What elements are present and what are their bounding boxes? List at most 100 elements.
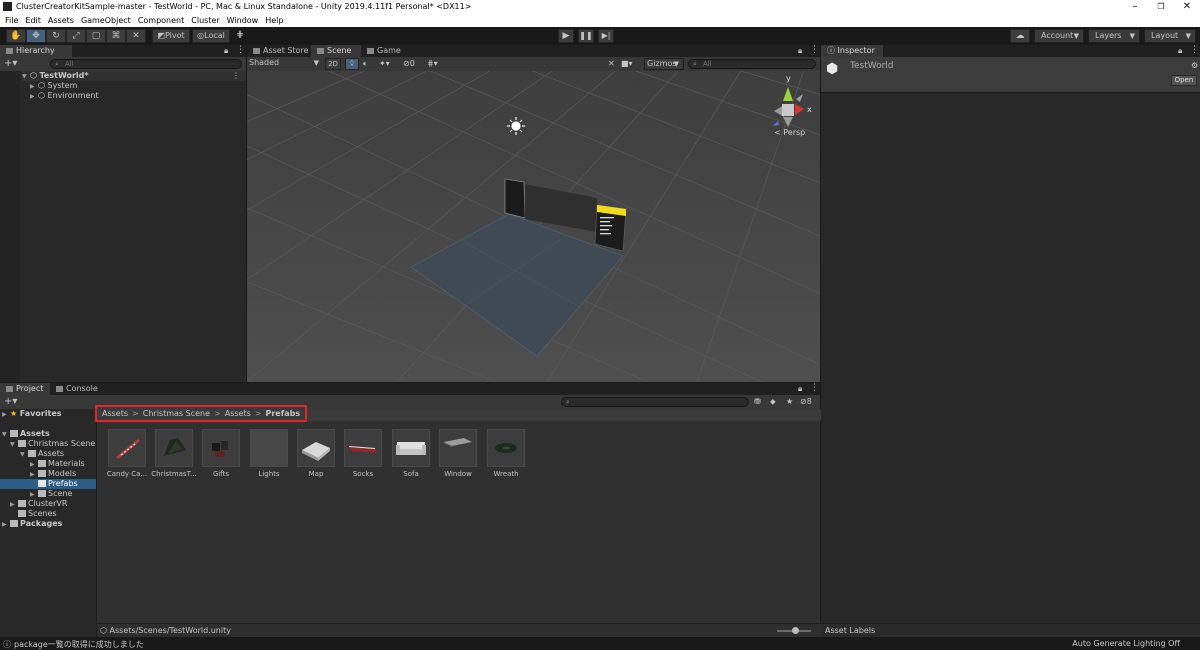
folder-row-assets[interactable]: ▼ Assets bbox=[2, 429, 50, 439]
lock-icon[interactable]: 🔒︎ bbox=[224, 46, 228, 56]
rect-tool-icon[interactable]: ▢ bbox=[86, 29, 106, 43]
breadcrumb-item-assets[interactable]: Assets bbox=[102, 409, 128, 418]
tab-asset-store[interactable]: Asset Store bbox=[247, 45, 311, 57]
settings-gear-icon[interactable]: ⚙ bbox=[1191, 61, 1198, 70]
breadcrumb-item-assets-sub[interactable]: Assets bbox=[225, 409, 251, 418]
lighting-bulb-icon[interactable]: 💡︎ bbox=[345, 58, 359, 70]
folder-row-scenes[interactable]: Scenes bbox=[10, 509, 57, 519]
menu-assets[interactable]: Assets bbox=[48, 14, 74, 27]
gizmos-dropdown[interactable]: Gizmos ▼ bbox=[644, 58, 684, 70]
tools-icon[interactable]: ✕ bbox=[608, 59, 615, 68]
grid-snap-icon[interactable]: ⋕ bbox=[232, 29, 248, 43]
panel-menu-icon[interactable]: ⋮ bbox=[236, 45, 245, 55]
hidden-packages-icon[interactable]: ⊘8 bbox=[800, 397, 812, 406]
hidden-objects-icon[interactable]: ⊘0 bbox=[403, 59, 415, 68]
asset-wreath[interactable]: Wreath bbox=[487, 429, 527, 479]
menu-edit[interactable]: Edit bbox=[25, 14, 41, 27]
layout-dropdown[interactable]: Layout ▼ bbox=[1144, 29, 1196, 43]
hierarchy-item-label: Environment bbox=[47, 91, 99, 100]
asset-labels-bar[interactable]: Asset Labels bbox=[821, 623, 1200, 637]
hierarchy-item-system[interactable]: ▶ ⬡ System bbox=[30, 81, 77, 91]
favorite-star-icon[interactable]: ★ bbox=[786, 397, 793, 406]
projection-toggle[interactable]: < Persp bbox=[774, 128, 805, 137]
create-plus-icon[interactable]: +▾ bbox=[4, 396, 17, 407]
hierarchy-item-environment[interactable]: ▶ ⬡ Environment bbox=[30, 91, 99, 101]
tab-console[interactable]: Console bbox=[50, 383, 102, 395]
menu-file[interactable]: File bbox=[5, 14, 18, 27]
panel-menu-icon[interactable]: ⋮ bbox=[1190, 45, 1199, 55]
scene-row[interactable]: ▼ ⬡ TestWorld* ⋮ bbox=[22, 71, 246, 81]
folder-row-packages[interactable]: ▶ Packages bbox=[2, 519, 62, 529]
tab-inspector[interactable]: ⓘ Inspector bbox=[821, 45, 883, 57]
close-window-button[interactable]: ✕ bbox=[1174, 1, 1200, 13]
cloud-icon[interactable]: ☁ bbox=[1010, 29, 1030, 43]
asset-gifts[interactable]: Gifts bbox=[202, 429, 242, 479]
tab-scene[interactable]: Scene bbox=[311, 45, 361, 57]
asset-lights[interactable]: Lights bbox=[250, 429, 290, 479]
rotate-tool-icon[interactable]: ↻ bbox=[46, 29, 66, 43]
asset-candy-cane[interactable]: Candy Ca... bbox=[107, 429, 148, 479]
folder-row-materials[interactable]: ▶ Materials bbox=[30, 459, 85, 469]
scene-viewport[interactable]: y x < Persp bbox=[247, 71, 820, 382]
asset-christmas-tree[interactable]: ChristmasT... bbox=[151, 429, 197, 479]
menu-window[interactable]: Window bbox=[227, 14, 259, 27]
minimize-button[interactable]: – bbox=[1122, 1, 1148, 13]
asset-map[interactable]: Map bbox=[297, 429, 337, 479]
tab-hierarchy[interactable]: Hierarchy bbox=[0, 45, 72, 57]
pivot-toggle[interactable]: ◩Pivot bbox=[152, 29, 190, 43]
local-toggle[interactable]: ◎Local bbox=[192, 29, 230, 43]
shading-mode-dropdown[interactable]: Shaded ▼ bbox=[247, 58, 323, 70]
camera-dropdown-icon[interactable]: ■▾ bbox=[621, 59, 633, 68]
status-message[interactable]: package一覧の取得に成功しました bbox=[14, 639, 144, 650]
menu-gameobject[interactable]: GameObject bbox=[81, 14, 131, 27]
hierarchy-search-input[interactable]: ⌕ All bbox=[50, 59, 242, 69]
prefab-thumbnail bbox=[487, 429, 525, 467]
folder-row-models[interactable]: ▶ Models bbox=[30, 469, 76, 479]
panel-menu-icon[interactable]: ⋮ bbox=[810, 45, 819, 55]
hand-tool-icon[interactable]: ✋ bbox=[6, 29, 26, 43]
menu-cluster[interactable]: Cluster bbox=[191, 14, 219, 27]
icon-size-slider-handle[interactable] bbox=[792, 627, 799, 634]
tab-game[interactable]: Game bbox=[361, 45, 409, 57]
folder-row-christmas-scene[interactable]: ▼ Christmas Scene bbox=[10, 439, 95, 449]
layers-dropdown[interactable]: Layers ▼ bbox=[1088, 29, 1140, 43]
lock-icon[interactable]: 🔒︎ bbox=[1178, 46, 1182, 56]
menu-help[interactable]: Help bbox=[265, 14, 283, 27]
create-plus-icon[interactable]: +▾ bbox=[4, 58, 17, 69]
lock-icon[interactable]: 🔒︎ bbox=[798, 46, 802, 56]
tab-project[interactable]: Project bbox=[0, 383, 50, 395]
favorites-row[interactable]: ▶ ★ Favorites bbox=[2, 409, 62, 419]
play-button[interactable]: ▶ bbox=[558, 29, 574, 43]
asset-window[interactable]: Window bbox=[439, 429, 479, 479]
breadcrumb-item-christmas-scene[interactable]: Christmas Scene bbox=[143, 409, 210, 418]
auto-lighting-status[interactable]: Auto Generate Lighting Off bbox=[1072, 639, 1180, 648]
breadcrumb-item-prefabs[interactable]: Prefabs bbox=[265, 409, 300, 418]
audio-speaker-icon[interactable]: 🔈︎ bbox=[363, 59, 368, 69]
scene-search-input[interactable]: ⌕ All bbox=[688, 59, 816, 69]
filter-by-label-icon[interactable]: ⬥ bbox=[770, 397, 776, 407]
menu-component[interactable]: Component bbox=[138, 14, 184, 27]
lock-icon[interactable]: 🔒︎ bbox=[798, 384, 802, 394]
project-search-input[interactable]: ⌕ bbox=[561, 397, 749, 407]
transform-tool-icon[interactable]: ⌘ bbox=[106, 29, 126, 43]
maximize-button[interactable]: ❐ bbox=[1148, 1, 1174, 13]
folder-row-clustervr[interactable]: ▶ ClusterVR bbox=[10, 499, 67, 509]
step-button[interactable]: ▶| bbox=[598, 29, 614, 43]
toggle-2d-button[interactable]: 2D bbox=[325, 58, 341, 70]
open-button[interactable]: Open bbox=[1171, 75, 1197, 86]
move-tool-icon[interactable]: ✥ bbox=[26, 29, 46, 43]
panel-menu-icon[interactable]: ⋮ bbox=[810, 383, 819, 393]
asset-socks[interactable]: Socks bbox=[344, 429, 384, 479]
folder-row-scene[interactable]: ▶ Scene bbox=[30, 489, 72, 499]
custom-tool-icon[interactable]: ✕ bbox=[126, 29, 146, 43]
folder-row-prefabs[interactable]: Prefabs bbox=[0, 479, 96, 489]
grid-dropdown-icon[interactable]: ⋕▾ bbox=[427, 59, 438, 68]
asset-sofa[interactable]: Sofa bbox=[392, 429, 432, 479]
effects-dropdown-icon[interactable]: ✦▾ bbox=[379, 59, 390, 68]
pause-button[interactable]: ❚❚ bbox=[578, 29, 594, 43]
folder-row-assets-sub[interactable]: ▼ Assets bbox=[20, 449, 64, 459]
scale-tool-icon[interactable]: ⤢ bbox=[66, 29, 86, 43]
account-dropdown[interactable]: Account ▼ bbox=[1034, 29, 1084, 43]
scene-menu-icon[interactable]: ⋮ bbox=[232, 71, 240, 81]
filter-by-type-icon[interactable]: ⛃ bbox=[754, 397, 761, 406]
